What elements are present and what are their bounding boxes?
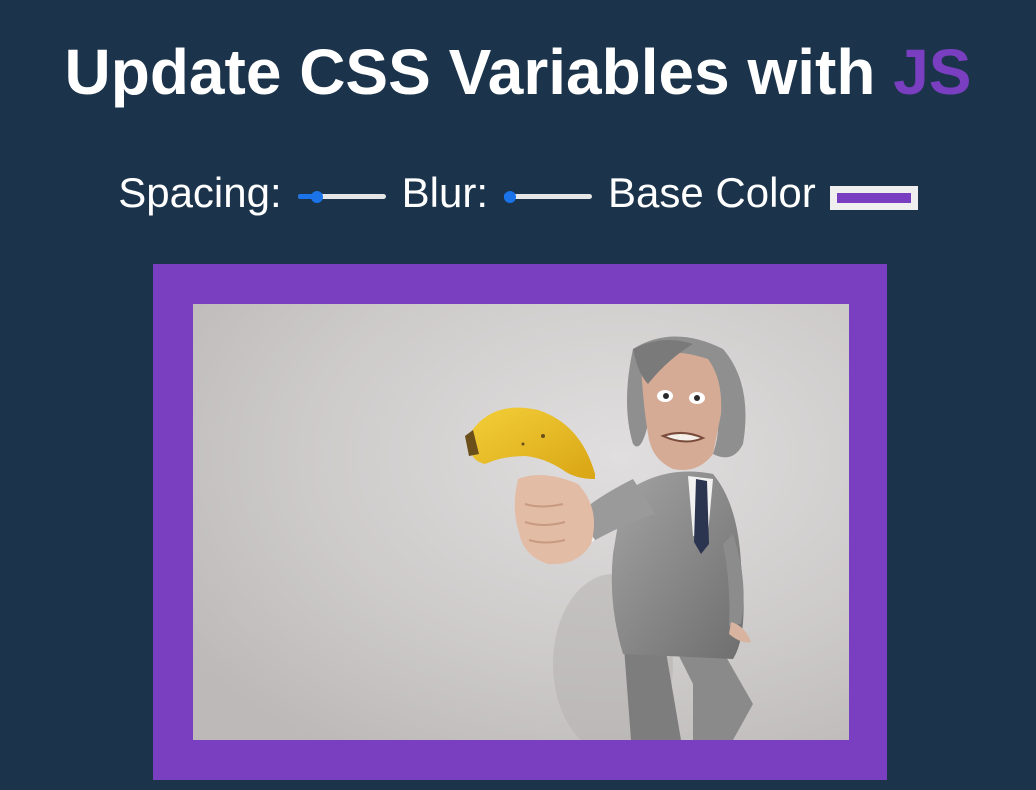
base-color-swatch bbox=[836, 193, 911, 203]
spacing-slider[interactable] bbox=[297, 187, 386, 207]
blur-slider-thumb[interactable] bbox=[504, 191, 517, 203]
base-color-label: Base Color bbox=[608, 169, 816, 216]
photo bbox=[193, 304, 849, 740]
title-text: Update CSS Variables with bbox=[64, 36, 894, 108]
spacing-label: Spacing: bbox=[118, 169, 282, 216]
page-title: Update CSS Variables with JS bbox=[0, 36, 1036, 108]
title-highlight: JS bbox=[893, 36, 972, 108]
blur-label: Blur: bbox=[401, 169, 489, 216]
blur-slider-track bbox=[504, 194, 593, 199]
controls-bar: Spacing: Blur: Base Color bbox=[0, 168, 1036, 218]
blur-slider[interactable] bbox=[504, 187, 593, 207]
banana-man-image bbox=[193, 304, 849, 740]
image-frame bbox=[153, 264, 887, 780]
base-color-picker[interactable] bbox=[829, 186, 918, 210]
spacing-slider-thumb[interactable] bbox=[310, 191, 323, 203]
